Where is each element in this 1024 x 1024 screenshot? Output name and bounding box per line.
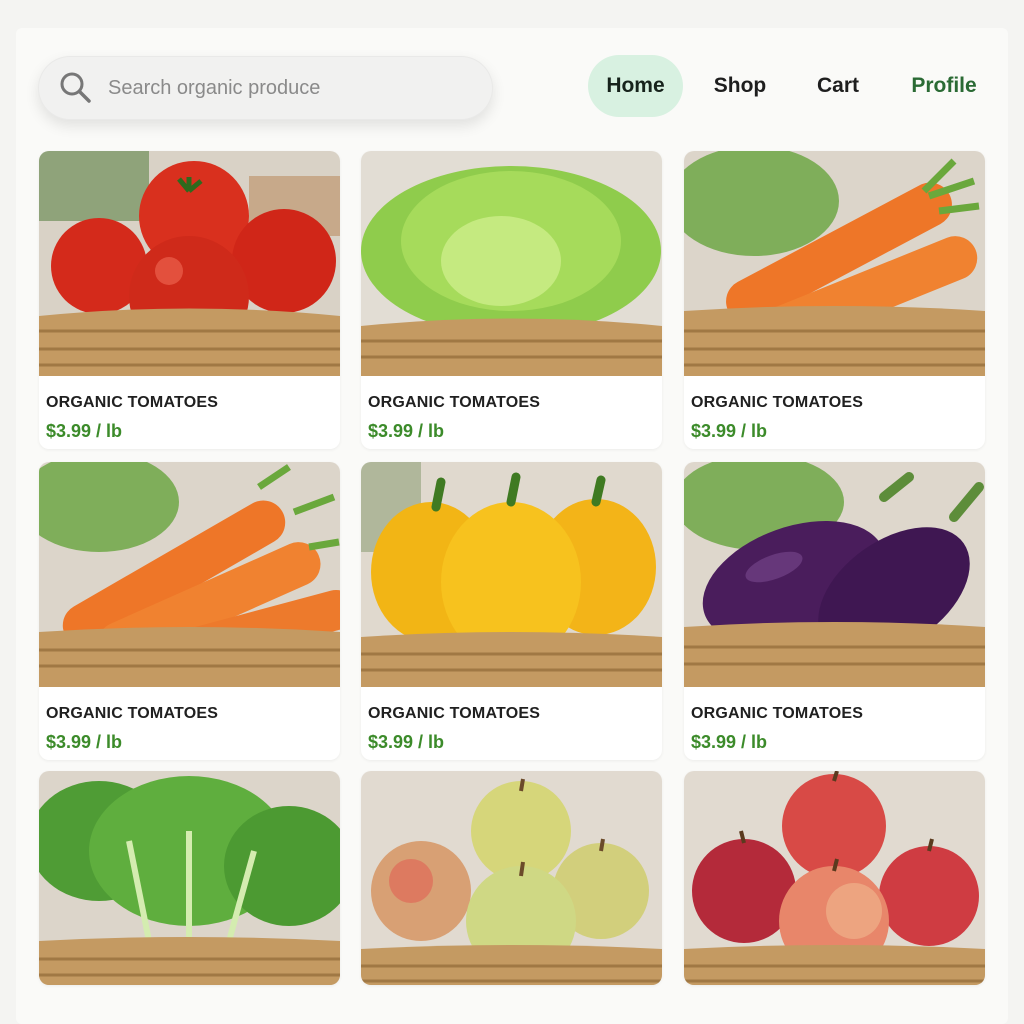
- product-price: $3.99 / lb: [368, 732, 445, 752]
- product-card[interactable]: [684, 771, 985, 985]
- product-card[interactable]: ORGANIC TOMATOES $3.99 / lb: [361, 151, 662, 449]
- nav-shop[interactable]: Shop: [700, 55, 780, 117]
- product-image-yellow-peppers: [361, 462, 662, 687]
- product-name: ORGANIC TOMATOES: [368, 394, 541, 411]
- product-card[interactable]: ORGANIC TOMATOES $3.99 / lb: [39, 151, 340, 449]
- product-image-carrots: [39, 462, 340, 687]
- search-input[interactable]: [108, 76, 448, 100]
- product-card[interactable]: ORGANIC TOMATOES $3.99 / lb: [684, 151, 985, 449]
- product-image-carrots: [684, 151, 985, 376]
- product-image-eggplants: [684, 462, 985, 687]
- search-bar[interactable]: [38, 56, 493, 120]
- product-image-leafy-greens: [39, 771, 340, 985]
- product-name: ORGANIC TOMATOES: [46, 394, 219, 411]
- product-name: ORGANIC TOMATOES: [46, 705, 219, 722]
- product-name: ORGANIC TOMATOES: [368, 705, 541, 722]
- product-card[interactable]: ORGANIC TOMATOES $3.99 / lb: [684, 462, 985, 760]
- product-image-red-apples: [684, 771, 985, 985]
- product-price: $3.99 / lb: [691, 421, 768, 441]
- product-image-lettuce: [361, 151, 662, 376]
- product-name: ORGANIC TOMATOES: [691, 394, 864, 411]
- product-price: $3.99 / lb: [368, 421, 445, 441]
- search-icon: [60, 72, 91, 103]
- product-image-tomatoes: [39, 151, 340, 376]
- product-card[interactable]: [39, 771, 340, 985]
- product-card[interactable]: [361, 771, 662, 985]
- product-name: ORGANIC TOMATOES: [691, 705, 864, 722]
- product-card[interactable]: ORGANIC TOMATOES $3.99 / lb: [39, 462, 340, 760]
- product-image-green-apples: [361, 771, 662, 985]
- nav-cart[interactable]: Cart: [800, 55, 876, 117]
- product-price: $3.99 / lb: [691, 732, 768, 752]
- nav-home[interactable]: Home: [588, 55, 683, 117]
- nav-profile[interactable]: Profile: [898, 55, 990, 117]
- product-card[interactable]: ORGANIC TOMATOES $3.99 / lb: [361, 462, 662, 760]
- product-price: $3.99 / lb: [46, 421, 123, 441]
- product-price: $3.99 / lb: [46, 732, 123, 752]
